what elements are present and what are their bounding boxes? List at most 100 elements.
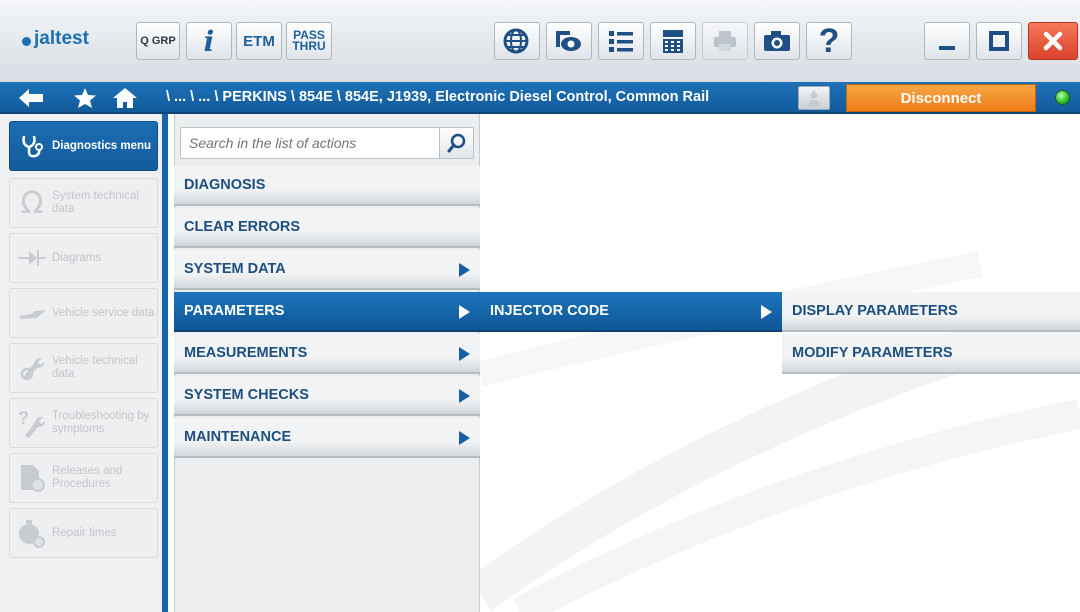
action-label: DIAGNOSIS (184, 177, 266, 193)
group-search-label: Q GRP (140, 35, 176, 47)
search-icon (447, 133, 465, 153)
app-logo: jaltest (22, 24, 89, 54)
top-toolbar: jaltest Q GRP i ETM PASS THRU ? (0, 0, 1080, 82)
keypad-button[interactable] (650, 22, 696, 60)
submenu-item-modify-parameters[interactable]: MODIFY PARAMETERS (782, 334, 1080, 374)
sidebar-item-diagnostics-menu[interactable]: Diagnostics menu (9, 121, 158, 171)
navigation-bar: \ ... \ ... \ PERKINS \ 854E \ 854E, J19… (0, 82, 1080, 114)
sidebar-accent-bar (162, 114, 168, 612)
group-search-button[interactable]: Q GRP (136, 22, 180, 60)
action-item-clear-errors[interactable]: CLEAR ERRORS (174, 208, 480, 248)
sidebar-item-vehicle-technical-data[interactable]: Vehicle technical data (9, 343, 158, 393)
sidebar-item-releases-procedures[interactable]: Releases and Procedures (9, 453, 158, 503)
sidebar-item-label: Diagrams (52, 251, 102, 264)
search-button[interactable] (439, 128, 473, 158)
disconnect-button[interactable]: Disconnect (846, 84, 1036, 112)
maximize-button[interactable] (976, 22, 1022, 60)
action-search (180, 127, 474, 159)
submenu-label: MODIFY PARAMETERS (792, 345, 953, 361)
sidebar-item-label: Diagnostics menu (52, 139, 152, 152)
troubleshoot-icon: ? (16, 407, 48, 439)
breadcrumb: \ ... \ ... \ PERKINS \ 854E \ 854E, J19… (166, 89, 710, 105)
info-icon: i (203, 24, 215, 58)
globe-icon (503, 28, 529, 54)
sidebar-item-system-technical-data[interactable]: Ω System technical data (9, 178, 158, 228)
close-button[interactable] (1028, 22, 1078, 60)
sidebar-item-label: System technical data (52, 190, 139, 215)
svg-text:?: ? (18, 408, 29, 428)
technician-icon (808, 90, 820, 107)
action-item-diagnosis[interactable]: DIAGNOSIS (174, 166, 480, 206)
oil-can-icon (16, 297, 48, 329)
connection-status-led (1055, 90, 1070, 105)
action-item-measurements[interactable]: MEASUREMENTS (174, 334, 480, 374)
action-item-system-data[interactable]: SYSTEM DATA (174, 250, 480, 290)
action-label: SYSTEM CHECKS (184, 387, 309, 403)
eye-search-button[interactable] (546, 22, 592, 60)
info-button[interactable]: i (186, 22, 232, 60)
back-button[interactable] (16, 86, 46, 110)
sidebar-item-label: Releases and Procedures (52, 465, 123, 490)
sidebar-item-label: Vehicle technical data (52, 355, 138, 380)
sidebar-item-label: Troubleshooting by symptoms (52, 410, 150, 435)
back-arrow-icon (19, 89, 43, 107)
action-item-system-checks[interactable]: SYSTEM CHECKS (174, 376, 480, 416)
star-icon (74, 88, 96, 108)
sidebar-item-diagrams[interactable]: Diagrams (9, 233, 158, 283)
close-icon (1043, 31, 1063, 51)
submenu-label: INJECTOR CODE (490, 303, 609, 319)
camera-icon (764, 31, 790, 51)
keypad-icon (663, 30, 683, 53)
action-label: CLEAR ERRORS (184, 219, 301, 235)
passthru-button[interactable]: PASS THRU (286, 22, 332, 60)
printer-icon (714, 31, 736, 51)
action-label: MAINTENANCE (184, 429, 292, 445)
action-item-parameters[interactable]: PARAMETERS (174, 292, 480, 332)
submenu-arrow-icon (761, 305, 772, 319)
disconnect-label: Disconnect (900, 89, 982, 107)
search-input[interactable] (181, 128, 439, 158)
camera-button[interactable] (754, 22, 800, 60)
sidebar-item-label: Vehicle service data (52, 306, 155, 319)
maximize-icon (989, 31, 1009, 51)
wrench-gear-icon (16, 352, 48, 384)
action-label: PARAMETERS (184, 303, 285, 319)
diode-icon (16, 242, 48, 274)
sidebar-item-label: Repair times (52, 526, 117, 539)
home-button[interactable] (108, 86, 142, 110)
action-item-maintenance[interactable]: MAINTENANCE (174, 418, 480, 458)
favorites-button[interactable] (70, 86, 100, 110)
help-button[interactable]: ? (806, 22, 852, 60)
technician-button[interactable] (798, 86, 830, 110)
sidebar-item-troubleshooting[interactable]: ? Troubleshooting by symptoms (9, 398, 158, 448)
etm-button[interactable]: ETM (236, 22, 282, 60)
sidebar-item-vehicle-service-data[interactable]: Vehicle service data (9, 288, 158, 338)
help-icon: ? (818, 21, 840, 60)
eye-icon (556, 31, 581, 51)
minimize-icon (939, 46, 955, 50)
action-label: MEASUREMENTS (184, 345, 308, 361)
logo-text: jaltest (34, 28, 89, 49)
ohm-icon: Ω (20, 185, 44, 221)
sidebar-item-repair-times[interactable]: Repair times (9, 508, 158, 558)
home-icon (113, 88, 137, 108)
print-button[interactable] (702, 22, 748, 60)
submenu-item-injector-code[interactable]: INJECTOR CODE (480, 292, 782, 332)
stopwatch-icon (16, 517, 48, 549)
list-button[interactable] (598, 22, 644, 60)
submenu-arrow-icon (459, 431, 470, 445)
submenu-label: DISPLAY PARAMETERS (792, 303, 958, 319)
stethoscope-icon (16, 130, 48, 162)
minimize-button[interactable] (924, 22, 970, 60)
document-gear-icon (16, 462, 48, 494)
submenu-arrow-icon (459, 347, 470, 361)
submenu-item-display-parameters[interactable]: DISPLAY PARAMETERS (782, 292, 1080, 332)
submenu-arrow-icon (459, 389, 470, 403)
globe-button[interactable] (494, 22, 540, 60)
etm-label: ETM (243, 32, 275, 50)
action-label: SYSTEM DATA (184, 261, 286, 277)
submenu-arrow-icon (459, 263, 470, 277)
logo-dot (22, 36, 31, 46)
passthru-label-2: THRU (292, 39, 326, 53)
list-icon (609, 31, 633, 52)
